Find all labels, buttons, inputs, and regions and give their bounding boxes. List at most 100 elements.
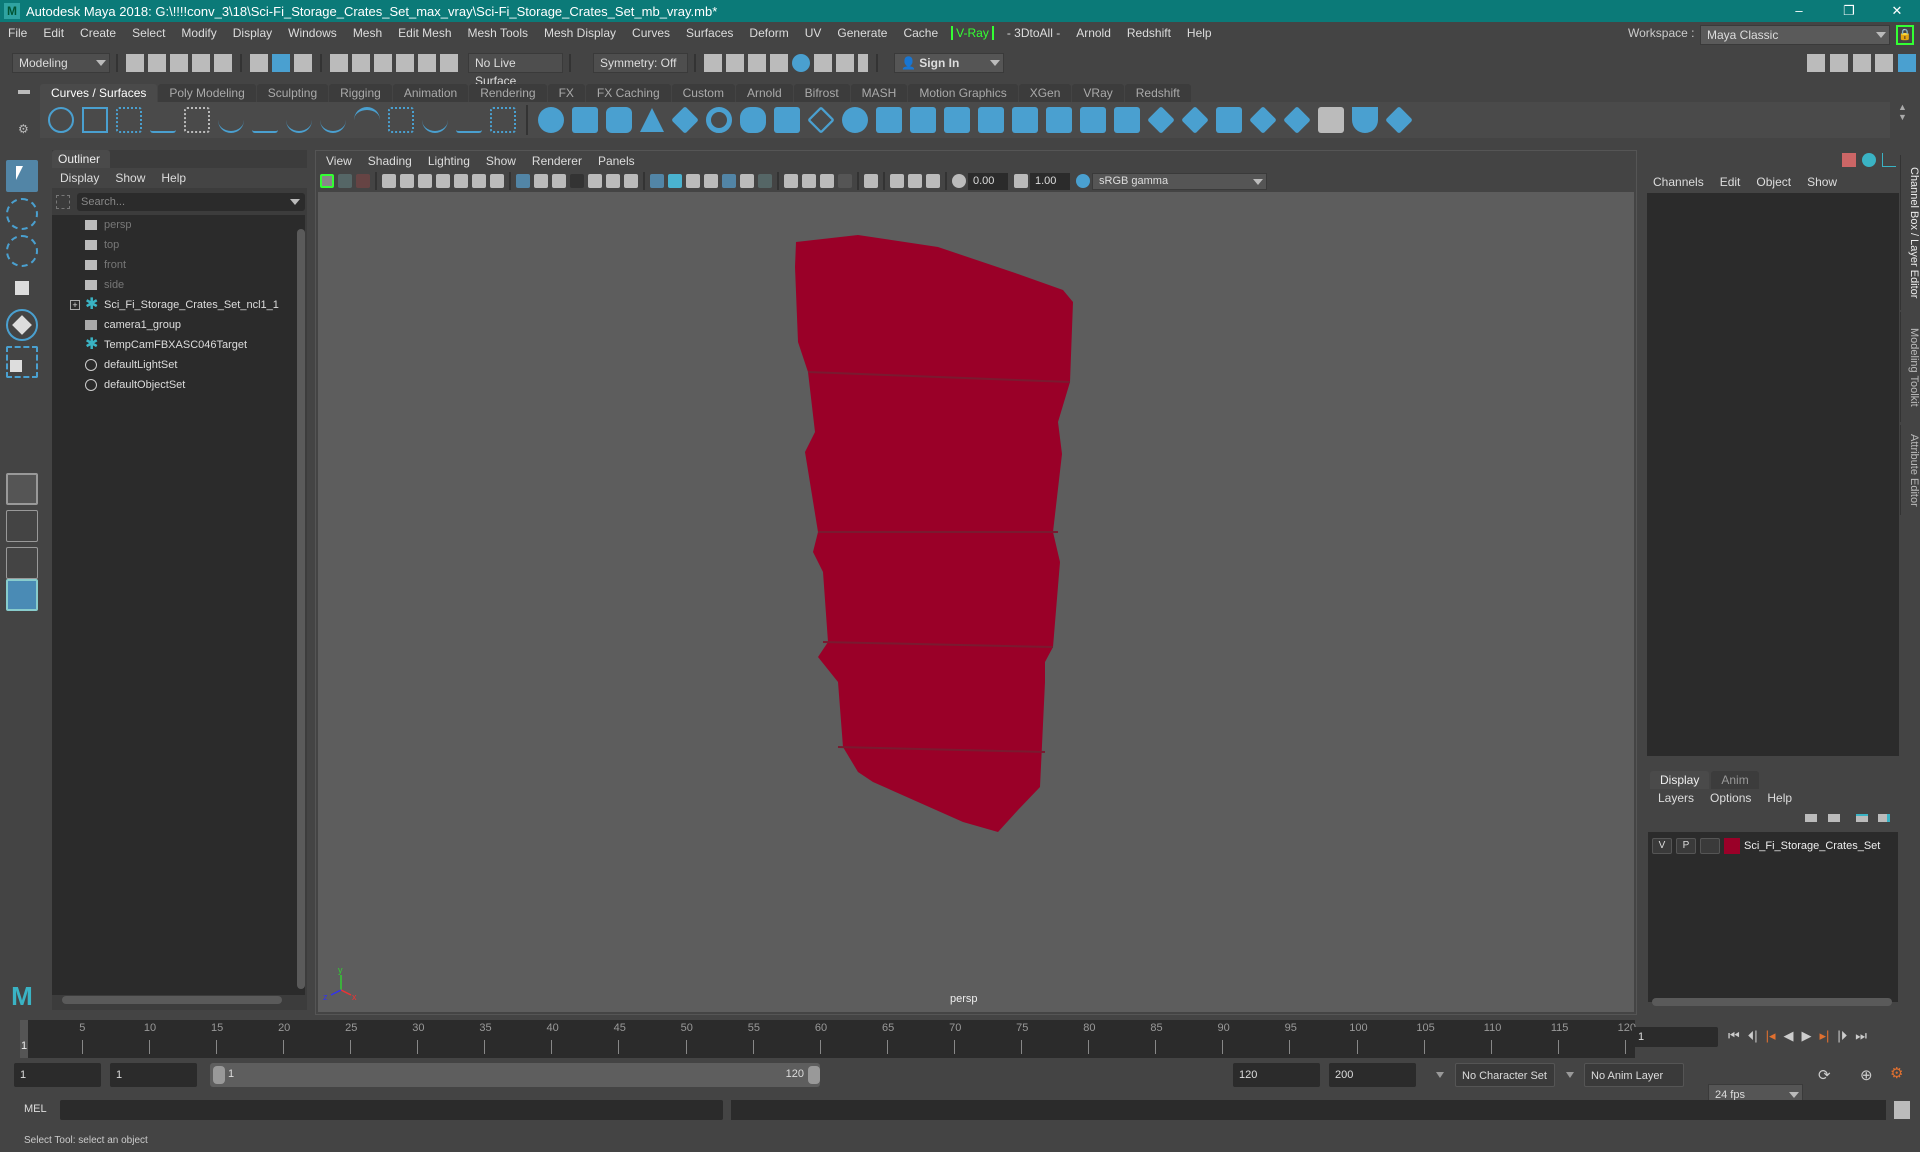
xray-joints-icon[interactable] [890, 174, 904, 188]
minimize-button[interactable]: – [1776, 0, 1822, 22]
play-forwards-icon[interactable]: ▶ [1802, 1028, 1812, 1044]
intersect-icon[interactable] [1012, 107, 1038, 133]
menu-3dtoall[interactable]: - 3DtoAll - [999, 26, 1068, 40]
multisample-aa-icon[interactable] [820, 174, 834, 188]
step-back-key-icon[interactable]: |◂ [1766, 1028, 1776, 1044]
sci-fi-storage-crates-mesh[interactable] [795, 235, 1073, 832]
step-forward-frame-icon[interactable]: |⏵ [1837, 1028, 1847, 1044]
layer-tab-display[interactable]: Display [1650, 771, 1710, 789]
sign-in-button[interactable]: 👤 Sign In [894, 53, 1004, 73]
menu-display[interactable]: Display [225, 26, 280, 40]
new-scene-icon[interactable] [126, 54, 144, 72]
square-surface-icon[interactable] [944, 107, 970, 133]
bezier-tool-icon[interactable] [490, 107, 516, 133]
outliner-item-top[interactable]: top [52, 235, 292, 255]
select-tool-icon[interactable] [6, 160, 38, 192]
search-dropdown-icon[interactable] [290, 199, 300, 205]
color-space-dropdown[interactable]: sRGB gamma [1092, 172, 1267, 190]
grid-toggle-icon[interactable] [516, 174, 530, 188]
auto-key-icon[interactable]: ⊕ [1860, 1066, 1873, 1084]
scrollbar-thumb[interactable] [297, 229, 305, 989]
menu-cache[interactable]: Cache [895, 26, 946, 40]
gate-mask-icon[interactable] [570, 174, 584, 188]
motion-blur-icon[interactable] [802, 174, 816, 188]
lock-icon[interactable]: 🔒 [1896, 25, 1914, 45]
shadows-icon[interactable] [758, 174, 772, 188]
viewport-menu-shading[interactable]: Shading [360, 154, 420, 168]
outliner-vertical-scrollbar[interactable] [297, 215, 305, 995]
nurbs-cylinder-icon[interactable] [606, 107, 632, 133]
layer-menu-layers[interactable]: Layers [1650, 791, 1702, 805]
select-object-icon[interactable] [272, 54, 290, 72]
mode-dropdown[interactable]: Modeling [12, 53, 110, 73]
outliner-item-default-object-set[interactable]: defaultObjectSet [52, 375, 292, 395]
current-time-marker[interactable] [20, 1020, 28, 1058]
image-plane-icon[interactable] [454, 174, 468, 188]
attribute-editor-toggle-icon[interactable] [1853, 54, 1871, 72]
shelf-tab-curves-surfaces[interactable]: Curves / Surfaces [40, 84, 158, 102]
shelf-tab-fx-caching[interactable]: FX Caching [585, 84, 671, 102]
step-back-frame-icon[interactable]: ⏴| [1748, 1028, 1758, 1044]
menu-windows[interactable]: Windows [280, 26, 345, 40]
menu-select[interactable]: Select [124, 26, 173, 40]
playback-end-field[interactable]: 120 [1233, 1063, 1320, 1087]
channel-box-toggle-icon[interactable] [1898, 54, 1916, 72]
extend-curve-icon[interactable] [320, 107, 346, 133]
range-slider[interactable]: 1 120 [210, 1063, 820, 1087]
select-camera-icon[interactable] [382, 174, 396, 188]
modeling-toolkit-toggle-icon[interactable] [1807, 54, 1825, 72]
current-frame-field[interactable]: 1 [1632, 1027, 1718, 1047]
shelf-tab-rigging[interactable]: Rigging [329, 84, 392, 102]
shelf-tab-xgen[interactable]: XGen [1018, 84, 1072, 102]
move-layer-down-icon[interactable] [1828, 814, 1840, 822]
move-tool-icon[interactable] [6, 272, 38, 304]
animation-end-field[interactable]: 200 [1329, 1063, 1416, 1087]
range-start-handle[interactable] [213, 1066, 225, 1084]
shelf-tab-mash[interactable]: MASH [850, 84, 908, 102]
layer-menu-options[interactable]: Options [1702, 791, 1759, 805]
render-setup-icon[interactable] [814, 54, 832, 72]
close-button[interactable]: ✕ [1874, 0, 1920, 22]
anim-layer-menu-icon[interactable] [1566, 1072, 1574, 1078]
ipr-render-icon[interactable] [748, 54, 766, 72]
layer-tab-anim[interactable]: Anim [1711, 771, 1759, 789]
shelf-settings-icon[interactable]: ⚙ [18, 122, 29, 136]
add-points-icon[interactable] [422, 107, 448, 133]
layer-visibility-toggle[interactable]: V [1652, 838, 1672, 854]
color-management-toggle-icon[interactable] [1076, 174, 1090, 188]
nurbs-square-icon[interactable] [82, 107, 108, 133]
depth-of-field-icon[interactable] [838, 174, 852, 188]
channel-box-menu-channels[interactable]: Channels [1645, 175, 1712, 189]
project-curve-icon[interactable] [1046, 107, 1072, 133]
boundary-icon[interactable] [910, 107, 936, 133]
screen-space-ao-icon[interactable] [784, 174, 798, 188]
shelf-tab-sculpting[interactable]: Sculpting [256, 84, 329, 102]
shelf-tab-motion-graphics[interactable]: Motion Graphics [908, 84, 1018, 102]
offset-curve-icon[interactable] [354, 107, 380, 133]
cv-curve-icon[interactable] [116, 107, 142, 133]
outliner-tab[interactable]: Outliner [52, 150, 110, 168]
surface-editing-icon[interactable] [1385, 106, 1413, 134]
layer-playback-toggle[interactable]: P [1676, 838, 1696, 854]
menu-vray[interactable]: V-Ray [951, 26, 994, 40]
shelf-tab-custom[interactable]: Custom [671, 84, 735, 102]
menu-create[interactable]: Create [72, 26, 124, 40]
side-tab-attribute-editor[interactable]: Attribute Editor [1900, 425, 1920, 515]
viewport-menu-lighting[interactable]: Lighting [420, 154, 478, 168]
cut-curve-icon[interactable] [252, 107, 278, 133]
safe-title-icon[interactable] [624, 174, 638, 188]
channel-box-menu-object[interactable]: Object [1748, 175, 1799, 189]
camera-attributes-icon[interactable] [418, 174, 432, 188]
light-editor-icon[interactable] [836, 54, 854, 72]
snap-point-icon[interactable] [374, 54, 392, 72]
channel-box-hyper-icon[interactable] [1882, 153, 1896, 167]
viewport-menu-view[interactable]: View [318, 154, 360, 168]
live-surface-field[interactable]: No Live Surface [468, 53, 563, 88]
shelf-tab-vray[interactable]: VRay [1072, 84, 1124, 102]
open-close-surface-icon[interactable] [1147, 106, 1175, 134]
menu-surfaces[interactable]: Surfaces [678, 26, 741, 40]
snap-view-plane-icon[interactable] [418, 54, 436, 72]
layer-row[interactable]: V P Sci_Fi_Storage_Crates_Set [1652, 836, 1880, 856]
loop-icon[interactable]: ⟳ [1818, 1066, 1831, 1084]
animation-start-field[interactable]: 1 [14, 1063, 101, 1087]
